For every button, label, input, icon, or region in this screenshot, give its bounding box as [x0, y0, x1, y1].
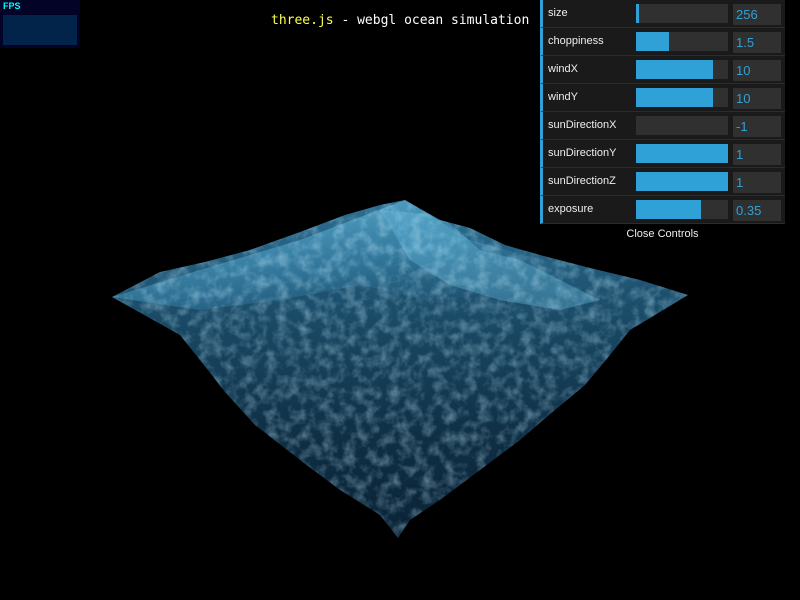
choppiness-slider[interactable] — [636, 32, 728, 51]
fps-label: FPS — [3, 1, 21, 11]
windx-slider[interactable] — [636, 60, 728, 79]
gui-row-size: size — [540, 0, 785, 28]
threejs-link[interactable]: three.js — [271, 13, 334, 28]
size-slider[interactable] — [636, 4, 728, 23]
info-title: three.js - webgl ocean simulation — [271, 13, 529, 29]
gui-row-exposure: exposure — [540, 196, 785, 224]
sundirectiony-number-input[interactable] — [733, 144, 781, 165]
gui-row-sundirectiony: sunDirectionY — [540, 140, 785, 168]
gui-label: sunDirectionX — [548, 119, 617, 131]
gui-label: sunDirectionZ — [548, 175, 616, 187]
windy-slider[interactable] — [636, 88, 728, 107]
sundirectiony-slider[interactable] — [636, 144, 728, 163]
windy-number-input[interactable] — [733, 88, 781, 109]
exposure-slider[interactable] — [636, 200, 728, 219]
info-subtitle: - webgl ocean simulation — [333, 13, 530, 28]
sundirectionz-number-input[interactable] — [733, 172, 781, 193]
gui-row-windx: windX — [540, 56, 785, 84]
slider-fill — [636, 60, 714, 79]
slider-fill — [636, 172, 728, 191]
sundirectionx-slider[interactable] — [636, 116, 728, 135]
sundirectionz-slider[interactable] — [636, 172, 728, 191]
slider-fill — [636, 88, 714, 107]
gui-label: windX — [548, 63, 578, 75]
slider-fill — [636, 32, 670, 51]
size-number-input[interactable] — [733, 4, 781, 25]
gui-label: choppiness — [548, 35, 604, 47]
windx-number-input[interactable] — [733, 60, 781, 81]
close-controls-button[interactable]: Close Controls — [540, 224, 785, 244]
slider-fill — [636, 200, 702, 219]
gui-label: exposure — [548, 203, 594, 215]
slider-fill — [636, 4, 639, 23]
exposure-number-input[interactable] — [733, 200, 781, 221]
gui-row-windy: windY — [540, 84, 785, 112]
sundirectionx-number-input[interactable] — [733, 116, 781, 137]
fps-graph — [3, 15, 77, 45]
gui-label: windY — [548, 91, 578, 103]
gui-label: sunDirectionY — [548, 147, 617, 159]
gui-row-sundirectionz: sunDirectionZ — [540, 168, 785, 196]
gui-row-sundirectionx: sunDirectionX — [540, 112, 785, 140]
gui-controller-list: size choppiness windX windY sunDirectionX sun… — [540, 0, 785, 224]
gui-row-choppiness: choppiness — [540, 28, 785, 56]
gui-controls-panel: size choppiness windX windY sunDirectionX sun… — [540, 0, 785, 244]
fps-stats-panel[interactable]: FPS — [0, 0, 80, 48]
ocean-surface — [112, 200, 688, 538]
slider-fill — [636, 144, 728, 163]
gui-label: size — [548, 7, 568, 19]
choppiness-number-input[interactable] — [733, 32, 781, 53]
